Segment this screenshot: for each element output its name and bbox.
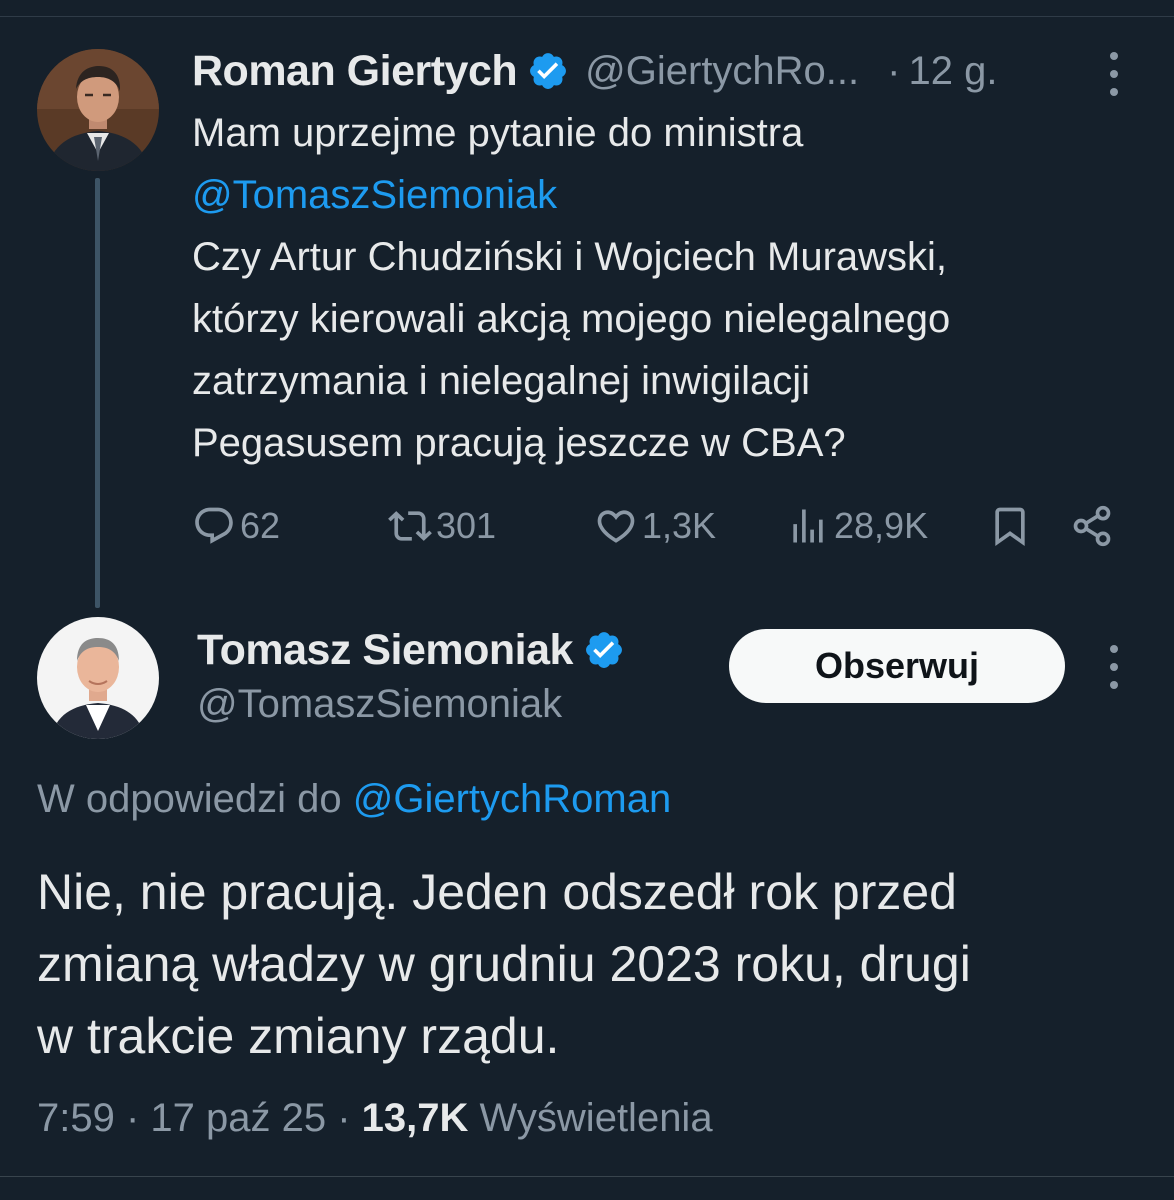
tweet-timestamp[interactable]: 7:59 · 17 paź 25 · bbox=[37, 1096, 362, 1140]
siemoniak-avatar-image bbox=[37, 617, 159, 739]
reply-icon bbox=[195, 507, 233, 544]
tweet-text-line: zmianą władzy w grudniu 2023 roku, drugi bbox=[37, 936, 971, 992]
like-button[interactable]: 1,3K bbox=[594, 498, 716, 554]
share-icon bbox=[1073, 505, 1111, 547]
more-vertical-icon[interactable] bbox=[1106, 52, 1122, 96]
reply-tweet-text: Nie, nie pracują. Jeden odszedł rok prze… bbox=[37, 856, 1137, 1072]
total-views-count: 13,7K bbox=[361, 1096, 469, 1140]
parent-tweet-time[interactable]: 12 g. bbox=[908, 49, 997, 94]
bookmark-button[interactable] bbox=[988, 498, 1032, 554]
bottom-divider bbox=[0, 1176, 1174, 1177]
thread-connector-line bbox=[95, 178, 100, 608]
retweet-icon bbox=[388, 511, 432, 541]
views-button[interactable]: 28,9K bbox=[786, 498, 928, 554]
follow-button[interactable]: Obserwuj bbox=[729, 629, 1065, 703]
reply-author-handle[interactable]: @TomaszSiemoniak bbox=[197, 676, 562, 732]
parent-author-name[interactable]: Roman Giertych bbox=[192, 47, 518, 96]
parent-tweet-header: Roman Giertych @GiertychRo... · 12 g. bbox=[192, 42, 1142, 100]
retweet-count: 301 bbox=[436, 505, 497, 546]
parent-tweet-text: Mam uprzejme pytanie do ministra @Tomasz… bbox=[192, 102, 1142, 474]
header-separator: · bbox=[887, 48, 901, 93]
tweet-text-line: Pegasusem pracują jeszcze w CBA? bbox=[192, 421, 846, 465]
more-vertical-icon[interactable] bbox=[1106, 645, 1122, 689]
giertych-avatar-image bbox=[37, 49, 159, 171]
reply-author-name[interactable]: Tomasz Siemoniak bbox=[197, 626, 573, 675]
mention-link[interactable]: @TomaszSiemoniak bbox=[192, 164, 1142, 226]
reply-count: 62 bbox=[240, 505, 281, 546]
tweet-text-line: Nie, nie pracują. Jeden odszedł rok prze… bbox=[37, 864, 957, 920]
tweet-text-line: Mam uprzejme pytanie do ministra bbox=[192, 111, 804, 155]
parent-author-handle[interactable]: @GiertychRo... bbox=[585, 49, 859, 94]
tweet-metadata: 7:59 · 17 paź 25 · 13,7K Wyświetlenia bbox=[37, 1090, 713, 1146]
reply-author-row: Tomasz Siemoniak bbox=[197, 622, 625, 678]
tweet-action-bar: 62 301 1,3K 28,9K bbox=[192, 498, 1122, 554]
views-label: Wyświetlenia bbox=[468, 1096, 713, 1140]
retweet-button[interactable]: 301 bbox=[388, 498, 496, 554]
tweet-text-line: zatrzymania i nielegalnej inwigilacji bbox=[192, 359, 811, 403]
views-icon bbox=[793, 509, 823, 543]
verified-badge-icon[interactable] bbox=[527, 50, 569, 92]
share-button[interactable] bbox=[1070, 498, 1114, 554]
replying-to-handle-link[interactable]: @GiertychRoman bbox=[353, 777, 671, 821]
views-count: 28,9K bbox=[834, 505, 929, 546]
siemoniak-avatar[interactable] bbox=[37, 617, 159, 739]
replying-to-prefix: W odpowiedzi do bbox=[37, 777, 353, 821]
tweet-text-line: którzy kierowali akcją mojego nielegalne… bbox=[192, 297, 951, 341]
tweet-thread: Roman Giertych @GiertychRo... · 12 g. Ma… bbox=[0, 0, 1174, 1200]
bookmark-icon bbox=[995, 507, 1025, 547]
reply-button[interactable]: 62 bbox=[192, 498, 280, 554]
replying-to: W odpowiedzi do @GiertychRoman bbox=[37, 771, 671, 827]
like-count: 1,3K bbox=[642, 505, 717, 546]
heart-icon bbox=[597, 510, 635, 543]
tweet-text-line: w trakcie zmiany rządu. bbox=[37, 1008, 560, 1064]
verified-badge-icon[interactable] bbox=[583, 629, 625, 671]
tweet-text-line: Czy Artur Chudziński i Wojciech Murawski… bbox=[192, 235, 948, 279]
top-divider bbox=[0, 16, 1174, 17]
giertych-avatar[interactable] bbox=[37, 49, 159, 171]
